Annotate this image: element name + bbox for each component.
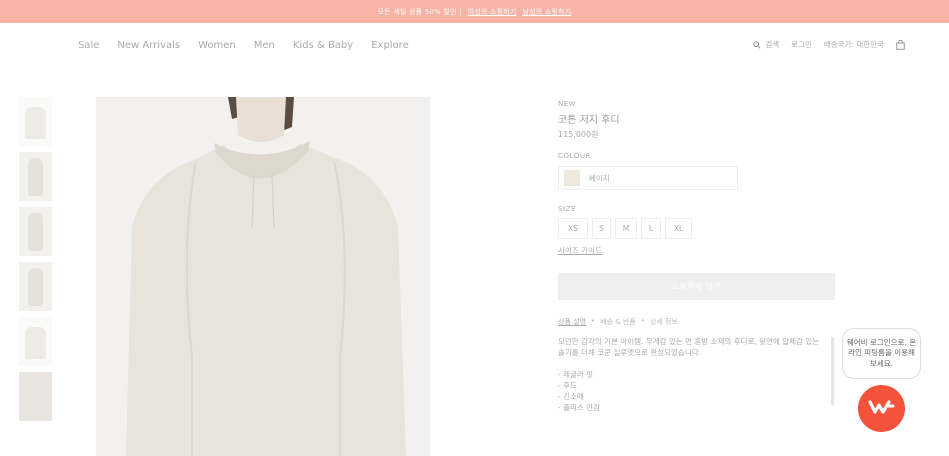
product-price: 115,000원 <box>558 130 599 139</box>
tab-separator: • <box>591 317 596 325</box>
promo-link-men[interactable]: 남성의 쇼핑하기 <box>522 7 571 17</box>
shipping-country-selector[interactable]: 배송국가: 대한민국 <box>824 39 884 50</box>
tab-description[interactable]: 상품 설명 <box>558 317 586 327</box>
product-name: 코튼 저지 후디 <box>558 115 620 126</box>
description-text: 모던한 감각의 기본 아이템. 무게감 있는 면 혼방 소재의 후디로, 뒷면에… <box>558 337 820 357</box>
nav-item-women[interactable]: Women <box>198 40 236 51</box>
nav-item-kids-baby[interactable]: Kids & Baby <box>293 40 353 51</box>
description-scrollbar[interactable] <box>831 337 834 405</box>
fitting-room-tooltip: 웨어비 로그인으로, 온라인 피팅룸을 이용해 보세요. <box>842 328 921 379</box>
thumbnail-3[interactable] <box>19 207 52 256</box>
login-link[interactable]: 로그인 <box>791 39 812 50</box>
product-info-panel: NEW 코튼 저지 후디 115,000원 COLOUR 베이지 SIZE XS… <box>558 97 838 412</box>
thumbnail-1[interactable] <box>19 97 52 146</box>
feature-item: - 레귤러 핏 <box>558 370 594 379</box>
tab-separator: • <box>640 317 645 325</box>
feature-item: - 후드 <box>558 381 577 390</box>
thumbnail-2[interactable] <box>19 152 52 201</box>
thumbnail-4[interactable] <box>19 262 52 311</box>
main-nav: Sale New Arrivals Women Men Kids & Baby … <box>78 40 409 51</box>
nav-item-explore[interactable]: Explore <box>371 40 409 51</box>
nav-item-new-arrivals[interactable]: New Arrivals <box>117 40 180 51</box>
size-options: XS S M L XL <box>558 218 692 239</box>
thumbnail-gallery <box>19 97 52 427</box>
wearby-logo-icon <box>867 399 896 419</box>
nav-item-men[interactable]: Men <box>254 40 275 51</box>
product-tabs: 상품 설명 • 배송 & 반품 • 상세 정보 <box>558 317 678 327</box>
product-description: 모던한 감각의 기본 아이템. 무게감 있는 면 혼방 소재의 후디로, 뒷면에… <box>558 336 828 413</box>
size-option-xs[interactable]: XS <box>558 218 588 239</box>
tab-shipping-returns[interactable]: 배송 & 반품 <box>600 317 636 327</box>
promo-text: 모든 세일 상품 50% 할인 | <box>377 7 462 16</box>
search-icon <box>753 40 761 49</box>
thumbnail-5[interactable] <box>19 317 52 366</box>
thumbnail-6[interactable] <box>19 372 52 421</box>
tooltip-text: 웨어비 로그인으로, 온라인 피팅룸을 이용해 보세요. <box>846 337 917 368</box>
tab-details[interactable]: 상세 정보 <box>650 317 678 327</box>
product-main-image[interactable] <box>96 97 430 456</box>
colour-label: COLOUR <box>558 152 592 160</box>
size-label: SIZE <box>558 205 577 213</box>
search-label: 검색 <box>765 40 780 49</box>
wearby-launcher-button[interactable] <box>858 385 905 432</box>
nav-item-sale[interactable]: Sale <box>78 40 99 51</box>
colour-selector[interactable]: 베이지 <box>558 166 738 190</box>
size-guide-link[interactable]: 사이즈 가이드 <box>558 245 602 256</box>
size-option-xl[interactable]: XL <box>665 218 692 239</box>
colour-value: 베이지 <box>589 173 610 183</box>
utility-nav: 검색 로그인 배송국가: 대한민국 <box>753 39 905 50</box>
search-button[interactable]: 검색 <box>753 39 779 50</box>
new-badge: NEW <box>558 100 577 108</box>
feature-item: - 플리스 안감 <box>558 403 600 412</box>
promo-banner: 모든 세일 상품 50% 할인 | 여성의 쇼핑하기 남성의 쇼핑하기 <box>0 0 949 23</box>
feature-item: - 긴소매 <box>558 392 584 401</box>
add-to-cart-button[interactable]: 쇼핑백에 담기 <box>558 273 835 300</box>
size-option-l[interactable]: L <box>641 218 661 239</box>
size-option-s[interactable]: S <box>592 218 611 239</box>
promo-link-women[interactable]: 여성의 쇼핑하기 <box>468 7 517 17</box>
bag-icon[interactable] <box>896 39 905 50</box>
size-option-m[interactable]: M <box>615 218 637 239</box>
colour-swatch <box>564 170 580 186</box>
